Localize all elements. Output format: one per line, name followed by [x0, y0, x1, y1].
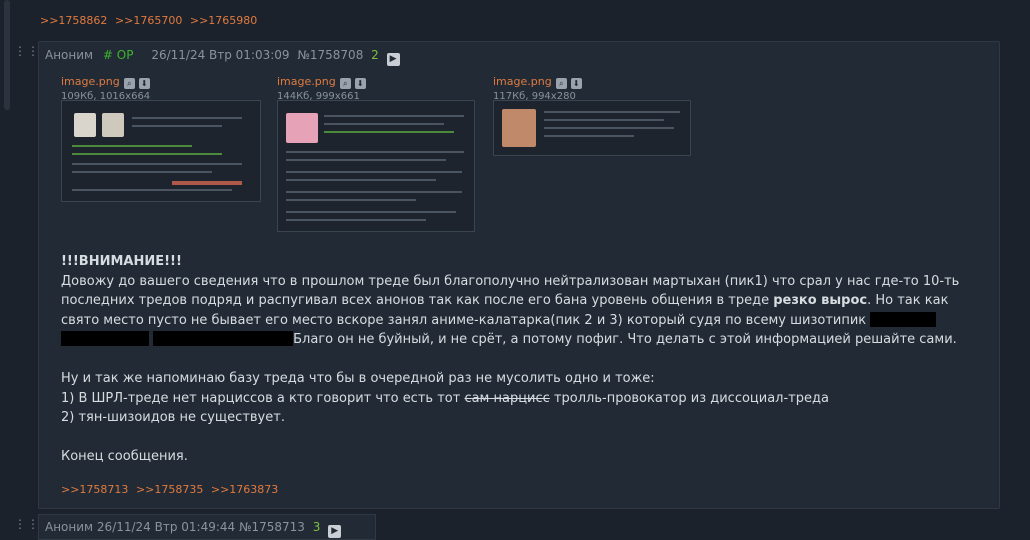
download-icon[interactable]: ⬇ — [138, 78, 150, 89]
file-name[interactable]: image.png — [493, 75, 552, 88]
reply-count[interactable]: 2 — [371, 48, 379, 62]
message-line: Благо он не буйный, и не срёт, а потому … — [61, 330, 981, 350]
message-line: последних тредов подряд и распугивал все… — [61, 293, 949, 308]
backlink[interactable]: >>1758862 — [40, 14, 107, 27]
download-icon[interactable]: ⬇ — [570, 78, 582, 89]
post-header: Аноним 26/11/24 Втр 01:49:44 №1758713 3 … — [45, 520, 342, 538]
file-attachment: image.png ⌕ ⬇ 117Кб, 994x280 — [493, 70, 582, 102]
spoiler[interactable] — [870, 311, 937, 327]
file-name[interactable]: image.png — [277, 75, 336, 88]
message-line: Конец сообщения. — [61, 449, 188, 464]
play-icon[interactable]: ▶ — [386, 53, 400, 66]
backlinks: >>1758862 >>1765700 >>1765980 — [40, 14, 261, 27]
post-op: Аноним # OP 26/11/24 Втр 01:03:09 №17587… — [38, 41, 1000, 509]
post-number[interactable]: №1758708 — [297, 48, 363, 62]
reply-link[interactable]: >>1758735 — [136, 483, 203, 496]
post-author: Аноним — [45, 48, 94, 62]
post-date: 26/11/24 Втр 01:03:09 — [151, 48, 290, 62]
thumbnail-image[interactable] — [493, 100, 691, 156]
bold-text: резко вырос — [773, 293, 868, 308]
download-icon[interactable]: ⬇ — [354, 78, 366, 89]
reply-link[interactable]: >>1763873 — [211, 483, 278, 496]
file-name[interactable]: image.png — [61, 75, 120, 88]
backlink[interactable]: >>1765700 — [115, 14, 182, 27]
reply-link[interactable]: >>1758713 — [61, 483, 128, 496]
spoiler[interactable] — [61, 331, 149, 346]
search-icon[interactable]: ⌕ — [555, 78, 567, 89]
strikethrough-text: сам нарцисс — [464, 390, 550, 406]
backlink[interactable]: >>1765980 — [190, 14, 257, 27]
post-menu-dots[interactable]: ⋮⋮ — [14, 44, 40, 58]
file-attachment: image.png ⌕ ⬇ 109Кб, 1016x664 — [61, 70, 150, 102]
message-line: Довожу до вашего сведения что в прошлом … — [61, 273, 960, 289]
post-header: Аноним # OP 26/11/24 Втр 01:03:09 №17587… — [45, 48, 400, 66]
file-attachment: image.png ⌕ ⬇ 144Кб, 999x661 — [277, 70, 366, 102]
message-heading: !!!ВНИМАНИЕ!!! — [61, 254, 182, 269]
scrollbar[interactable] — [4, 0, 10, 110]
message-line: 2) тян-шизоидов не существует. — [61, 410, 285, 425]
message-line: Ну и так же напоминаю базу треда что бы … — [61, 371, 655, 386]
post-message: !!!ВНИМАНИЕ!!! Довожу до вашего сведения… — [61, 252, 981, 467]
search-icon[interactable]: ⌕ — [123, 78, 135, 89]
message-line: свято место пусто не бывает его место вс… — [61, 311, 981, 331]
thumbnail-image[interactable] — [61, 100, 261, 202]
reply-links: >>1758713 >>1758735 >>1763873 — [61, 483, 282, 496]
op-tag: # OP — [102, 48, 134, 62]
post-menu-dots[interactable]: ⋮⋮ — [14, 517, 40, 531]
search-icon[interactable]: ⌕ — [339, 78, 351, 89]
message-line: 1) В ШРЛ-треде нет нарциссов а кто говор… — [61, 390, 829, 406]
post-reply: Аноним 26/11/24 Втр 01:49:44 №1758713 3 … — [38, 514, 376, 540]
spoiler[interactable] — [153, 331, 294, 346]
thumbnail-image[interactable] — [277, 100, 475, 232]
